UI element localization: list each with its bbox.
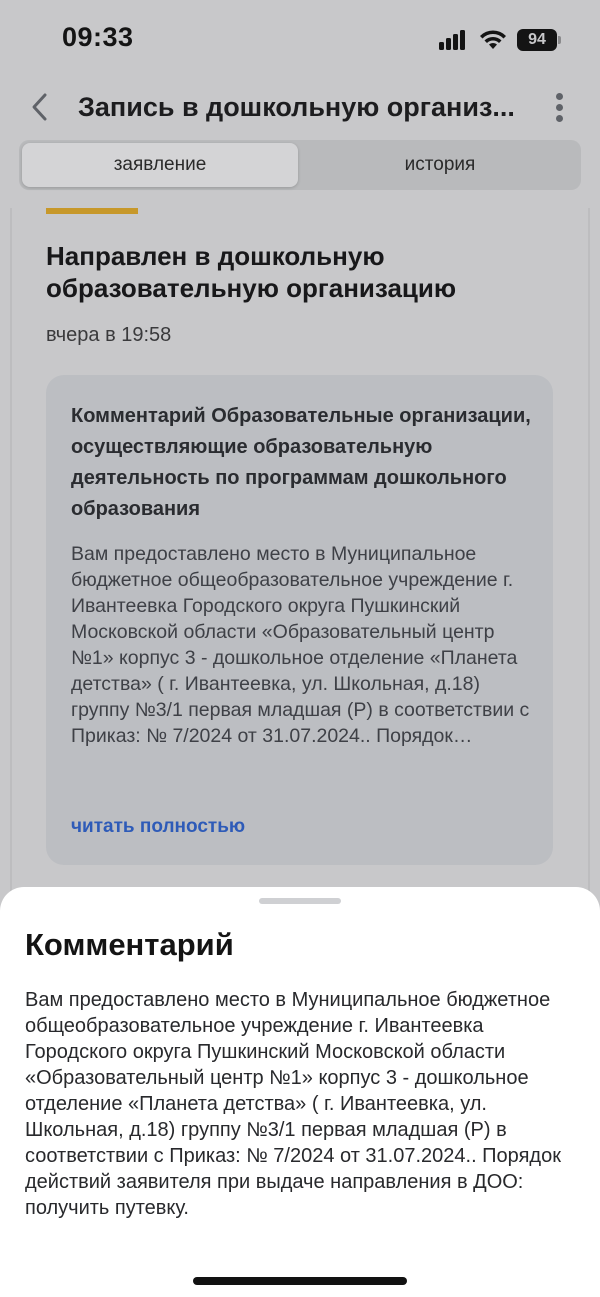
- sheet-title: Комментарий: [25, 927, 234, 962]
- vertical-ellipsis-icon[interactable]: [552, 90, 568, 124]
- wifi-icon: [480, 30, 506, 49]
- status-accent-bar: [46, 208, 138, 214]
- sheet-drag-handle[interactable]: [259, 898, 341, 904]
- read-more-link[interactable]: читать полностью: [71, 816, 245, 838]
- tab-application[interactable]: заявление: [22, 143, 298, 187]
- tab-history[interactable]: история: [302, 143, 578, 187]
- comment-preview-box: Комментарий Образовательные организации,…: [46, 375, 553, 865]
- status-time: 09:33: [62, 22, 134, 52]
- cellular-signal-icon: [439, 30, 467, 50]
- comment-heading: Комментарий Образовательные организации,…: [71, 405, 531, 520]
- home-indicator[interactable]: [193, 1277, 407, 1285]
- app-header: Запись в дошкольную организ...: [0, 82, 600, 132]
- status-title: Направлен в дошкольную образовательную о…: [46, 241, 457, 303]
- comment-preview-text: Вам предоставлено место в Муниципальное …: [71, 543, 530, 747]
- battery-level: 94: [517, 29, 557, 51]
- tab-bar: заявление история: [19, 140, 581, 190]
- screen: 09:33 94 Запись в дошкольную организ...: [0, 0, 600, 1297]
- chevron-left-icon[interactable]: [28, 90, 52, 124]
- status-bar: 09:33 94: [0, 0, 600, 80]
- page-title: Запись в дошкольную организ...: [78, 92, 515, 122]
- battery-icon: 94: [517, 29, 561, 51]
- sheet-comment-text: Вам предоставлено место в Муниципальное …: [25, 989, 561, 1219]
- status-timestamp: вчера в 19:58: [46, 324, 172, 346]
- comment-bottom-sheet: Комментарий Вам предоставлено место в Му…: [0, 887, 600, 1297]
